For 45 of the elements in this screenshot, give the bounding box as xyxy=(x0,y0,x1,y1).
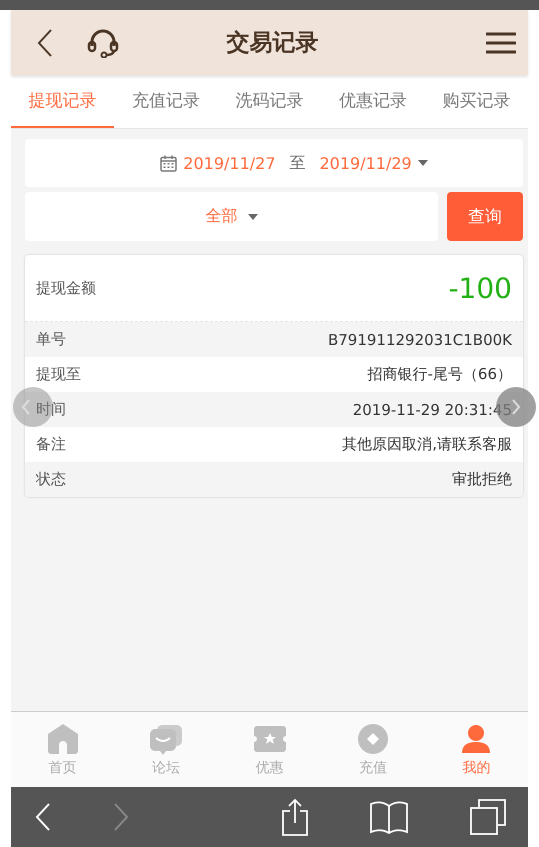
row-value: 其他原因取消,请联系客服 xyxy=(342,435,512,454)
nav-item[interactable]: 首页 xyxy=(11,712,114,787)
amount-label: 提现金额 xyxy=(36,278,96,298)
start-date: 2019/11/27 xyxy=(183,154,276,172)
nav-item[interactable]: 我的 xyxy=(424,712,528,787)
share-icon[interactable] xyxy=(280,798,308,836)
type-value: 全部 xyxy=(206,206,238,227)
tab[interactable]: 提现记录 xyxy=(11,75,114,128)
nav-item[interactable]: 论坛 xyxy=(114,712,218,787)
end-date: 2019/11/29 xyxy=(320,154,412,172)
row-value: 2019-11-29 20:31:45 xyxy=(352,400,512,418)
tab[interactable]: 洗码记录 xyxy=(218,75,322,128)
tab[interactable]: 购买记录 xyxy=(424,75,528,128)
house-icon xyxy=(46,722,80,754)
row-label: 备注 xyxy=(36,435,66,454)
headset-icon[interactable] xyxy=(87,28,119,58)
page-title: 交易记录 xyxy=(226,29,320,58)
amount-value: -100 xyxy=(448,272,512,304)
chat-bubbles-icon xyxy=(149,722,184,754)
caret-icon xyxy=(248,214,258,220)
type-dropdown[interactable]: 全部 xyxy=(25,192,438,241)
back-icon[interactable] xyxy=(37,28,53,58)
row-label: 状态 xyxy=(36,470,66,489)
chevron-right-icon xyxy=(511,399,521,415)
row-label: 单号 xyxy=(36,330,66,349)
row-value: 招商银行-尾号（66） xyxy=(368,365,512,384)
calendar-icon xyxy=(160,154,178,172)
row-label: 时间 xyxy=(36,400,66,419)
tab[interactable]: 充值记录 xyxy=(114,75,218,128)
nav-item[interactable]: 优惠 xyxy=(218,712,322,787)
date-range-picker[interactable]: 2019/11/27 至 2019/11/29 xyxy=(25,139,523,187)
query-button[interactable]: 查询 xyxy=(447,192,523,241)
row-label: 提现至 xyxy=(36,365,81,384)
chevron-left-icon xyxy=(21,399,31,415)
date-separator: 至 xyxy=(290,152,306,174)
previous-button[interactable] xyxy=(13,387,53,427)
menu-icon[interactable] xyxy=(486,32,516,54)
book-icon[interactable] xyxy=(370,800,408,834)
tab[interactable]: 优惠记录 xyxy=(321,75,425,128)
tabs-icon[interactable] xyxy=(470,799,506,835)
nav-item[interactable]: 充值 xyxy=(321,712,425,787)
row-value: B791911292031C1B00K xyxy=(328,330,512,348)
coin-icon xyxy=(356,722,390,754)
caret-icon xyxy=(418,160,428,166)
row-value: 审批拒绝 xyxy=(452,470,512,489)
